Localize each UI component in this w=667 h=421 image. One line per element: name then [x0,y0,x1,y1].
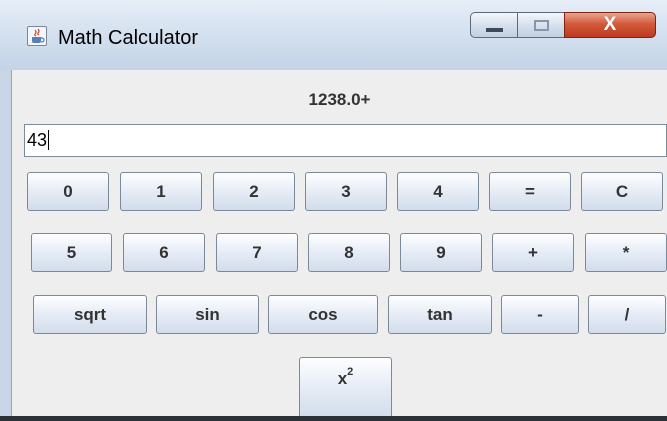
close-icon: X [603,14,617,35]
title-bar[interactable]: Math Calculator X [0,0,667,70]
key-8[interactable]: 8 [308,233,390,272]
key-cos[interactable]: cos [268,295,378,334]
close-button[interactable]: X [564,12,656,38]
key-6[interactable]: 6 [123,233,205,272]
key-divide[interactable]: / [588,295,666,334]
number-input-value: 43 [27,130,48,150]
key-7[interactable]: 7 [216,233,298,272]
calculator-panel: 1238.0+ 43 0 1 2 3 4 = C 5 6 7 8 9 + * s… [11,70,667,417]
key-5[interactable]: 5 [31,233,112,272]
java-cup-icon[interactable] [27,26,47,46]
key-square-base: x [337,369,348,388]
maximize-icon [534,20,549,31]
window-bottom-edge [0,416,667,421]
key-square-exponent: 2 [347,366,354,379]
calculator-window: Math Calculator X 1238.0+ 43 0 1 2 3 4 =… [0,0,667,421]
key-2[interactable]: 2 [213,172,295,211]
number-input[interactable]: 43 [24,124,667,157]
key-0[interactable]: 0 [27,172,109,211]
key-equals[interactable]: = [489,172,571,211]
key-plus[interactable]: + [492,233,574,272]
key-square[interactable]: x2 [299,357,392,417]
text-caret [48,130,50,150]
key-tan[interactable]: tan [388,295,492,334]
key-1[interactable]: 1 [120,172,202,211]
key-sin[interactable]: sin [156,295,259,334]
key-9[interactable]: 9 [400,233,482,272]
expression-display: 1238.0+ [308,90,371,109]
key-sqrt[interactable]: sqrt [33,295,147,334]
minimize-icon [486,28,503,32]
key-4[interactable]: 4 [397,172,479,211]
key-minus[interactable]: - [501,295,579,334]
minimize-button[interactable] [470,12,518,38]
window-title: Math Calculator [58,27,199,49]
key-clear[interactable]: C [581,172,663,211]
key-3[interactable]: 3 [305,172,387,211]
maximize-button[interactable] [517,12,565,38]
key-multiply[interactable]: * [585,233,667,272]
